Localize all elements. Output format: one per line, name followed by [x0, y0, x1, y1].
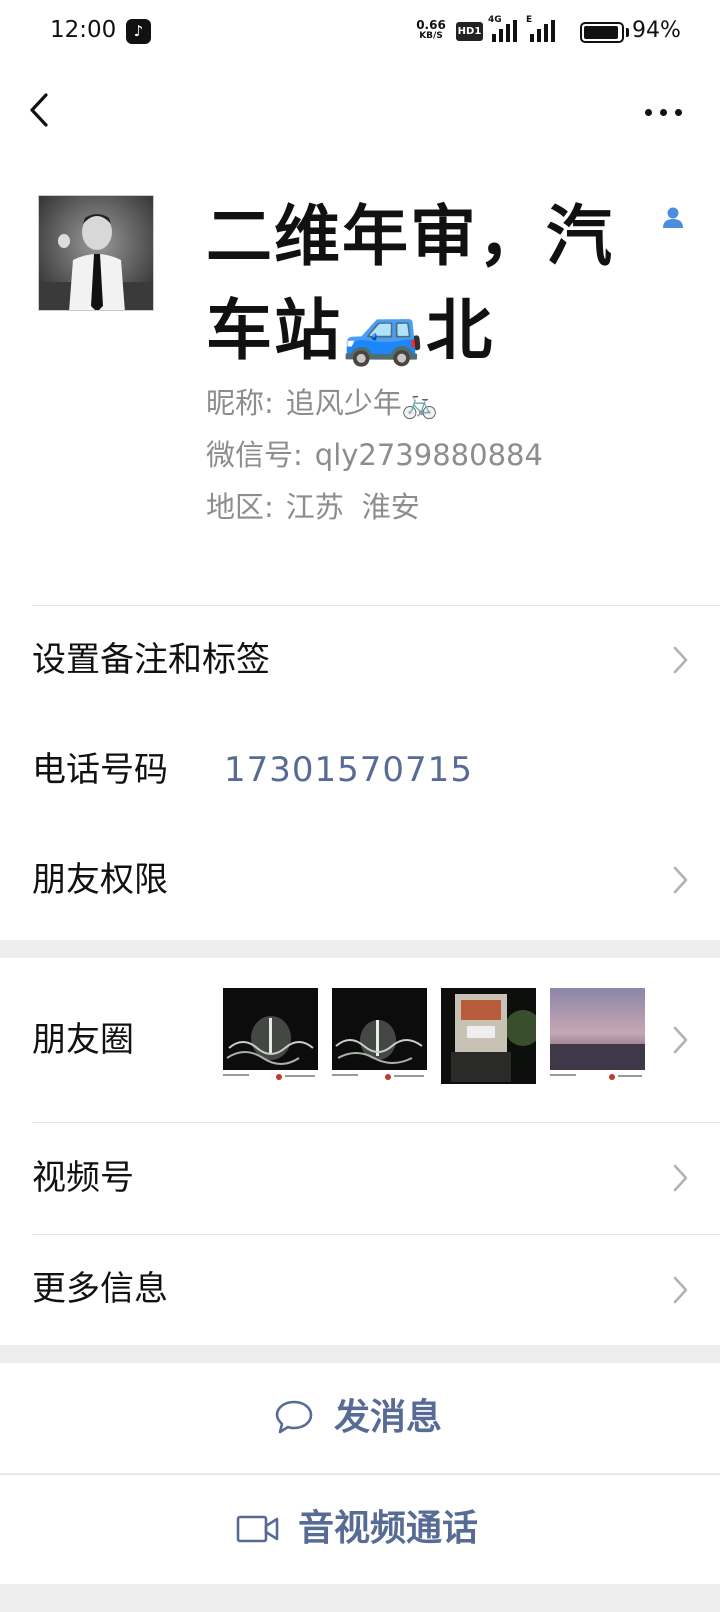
nickname-label: 昵称: [206, 386, 274, 420]
signal-4g-icon: 4G [488, 15, 520, 42]
battery-icon [580, 22, 624, 43]
network-speed-unit: KB/S [419, 31, 443, 41]
moments-label: 朋友圈 [32, 1020, 134, 1060]
channels-label: 视频号 [32, 1158, 134, 1198]
friend-permissions-cell[interactable]: 朋友权限 [32, 825, 720, 935]
chevron-right-icon [673, 1026, 688, 1054]
profile-header: 二维年审，汽车站🚙北 昵称: 追风少年🚲 微信号: qly2739880884 地区… [0, 158, 720, 605]
moment-thumbnail [441, 988, 536, 1084]
moments-thumbnails [223, 988, 645, 1084]
network-speed: 0.66 KB/S [414, 19, 448, 41]
chat-bubble-icon [275, 1400, 313, 1434]
chevron-left-icon [30, 93, 48, 127]
person-icon [663, 207, 683, 228]
wechat-id-label: 微信号: [206, 438, 303, 472]
chevron-right-icon [673, 1164, 688, 1192]
moment-thumbnail [223, 988, 318, 1084]
moment-thumbnail [332, 988, 427, 1084]
send-message-label: 发消息 [334, 1397, 443, 1438]
chevron-right-icon [673, 866, 688, 894]
hd-badge: HD1 [456, 22, 483, 41]
contact-content-group: 朋友圈 视频号 更多信息 [0, 958, 720, 1345]
channels-cell[interactable]: 视频号 [32, 1122, 720, 1234]
phone-cell: 电话号码 17301570715 [32, 715, 720, 825]
avatar-photo [39, 196, 153, 310]
display-name: 二维年审，汽车站🚙北 [206, 198, 614, 369]
more-info-label: 更多信息 [32, 1269, 168, 1309]
av-call-button[interactable]: 音视频通话 [0, 1474, 720, 1584]
more-info-cell[interactable]: 更多信息 [32, 1234, 720, 1345]
status-time: 12:00 [50, 17, 117, 43]
avatar[interactable] [38, 195, 154, 311]
battery-percent: 94% [632, 18, 681, 43]
nickname-row: 昵称: 追风少年🚲 [206, 380, 438, 422]
wechat-id-value[interactable]: qly2739880884 [315, 438, 543, 472]
signal-e-tag: E [526, 15, 533, 25]
nav-bar [0, 66, 720, 158]
wechat-id-row: 微信号: qly2739880884 [206, 432, 543, 474]
tiktok-icon: ♪ [126, 19, 151, 44]
nickname-value: 追风少年🚲 [285, 386, 438, 420]
phone-number[interactable]: 17301570715 [224, 715, 473, 825]
chevron-right-icon [673, 646, 688, 674]
moments-cell[interactable]: 朋友圈 [32, 958, 720, 1122]
chevron-right-icon [673, 1276, 688, 1304]
more-button[interactable] [640, 92, 688, 132]
remark-tags-label: 设置备注和标签 [32, 640, 270, 680]
region-city: 淮安 [361, 490, 420, 524]
contact-profile-page: 12:00 ♪ 0.66 KB/S HD1 4G E 94% 二维年审，汽车站🚙… [0, 0, 720, 1612]
signal-e-icon: E [526, 15, 558, 42]
region-row: 地区: 江苏 淮安 [206, 484, 420, 526]
region-province: 江苏 [285, 490, 344, 524]
friend-permissions-label: 朋友权限 [32, 860, 168, 900]
divider [32, 1122, 720, 1123]
more-dots-icon [645, 109, 652, 116]
contact-settings-group: 设置备注和标签 电话号码 17301570715 朋友权限 [0, 605, 720, 940]
signal-4g-tag: 4G [488, 15, 502, 25]
battery-cap [626, 28, 629, 37]
av-call-label: 音视频通话 [298, 1508, 479, 1549]
region-label: 地区: [206, 490, 274, 524]
remark-tags-cell[interactable]: 设置备注和标签 [32, 605, 720, 715]
status-bar: 12:00 ♪ 0.66 KB/S HD1 4G E 94% [0, 0, 720, 66]
back-button[interactable] [20, 86, 70, 136]
network-speed-value: 0.66 [416, 18, 446, 32]
send-message-button[interactable]: 发消息 [0, 1363, 720, 1473]
battery-fill [584, 26, 618, 39]
phone-label: 电话号码 [32, 750, 168, 790]
video-camera-icon [236, 1515, 279, 1543]
moment-thumbnail [550, 988, 645, 1084]
